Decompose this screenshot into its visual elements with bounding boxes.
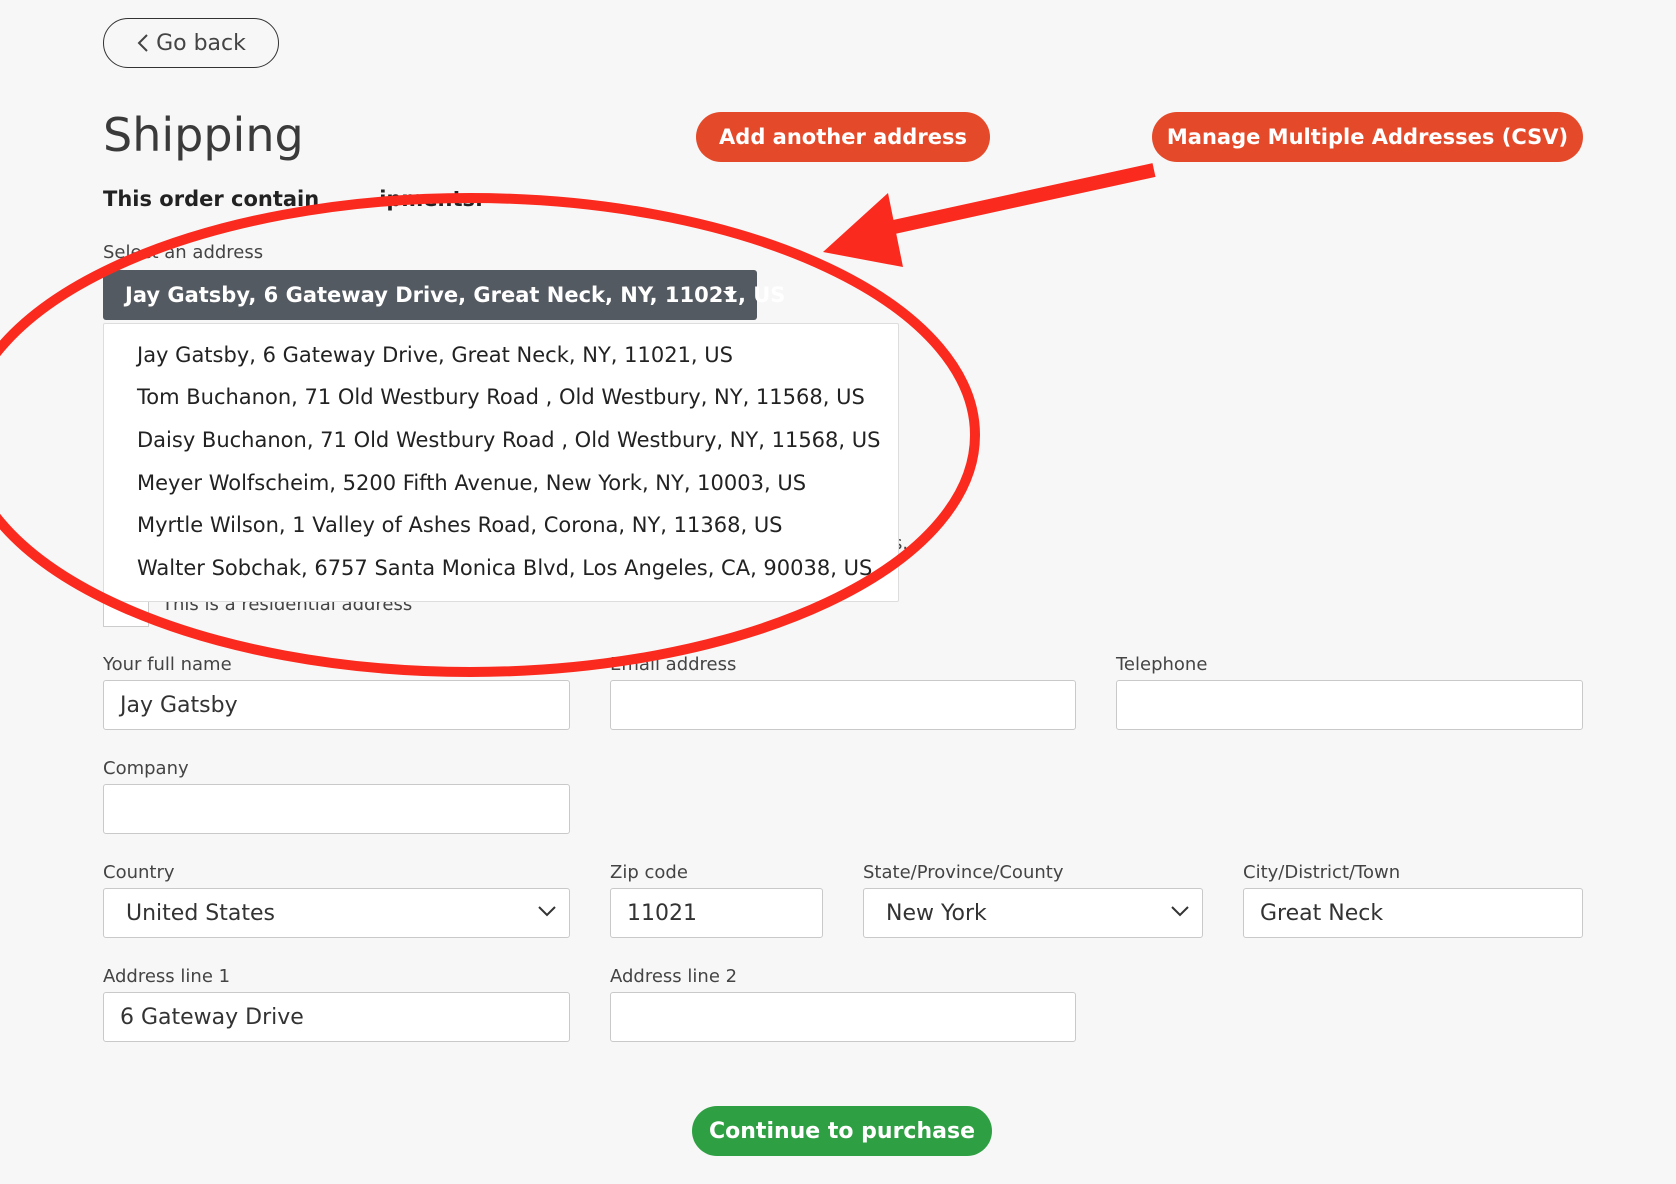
state-select-value: New York — [886, 900, 987, 926]
page-title: Shipping — [103, 108, 304, 162]
telephone-field[interactable] — [1116, 680, 1583, 730]
zip-label: Zip code — [610, 862, 688, 883]
caret-down-icon — [723, 291, 737, 298]
address-option[interactable]: Myrtle Wilson, 1 Valley of Ashes Road, C… — [137, 513, 783, 537]
annotation-arrow-shaft — [878, 163, 1156, 237]
annotation-arrow-head — [823, 193, 903, 267]
country-select-value: United States — [126, 900, 275, 926]
address-line-2-field[interactable] — [610, 992, 1076, 1042]
address-line-1-label: Address line 1 — [103, 966, 231, 987]
order-summary-prefix: This order contain — [103, 187, 320, 211]
chevron-down-icon — [1171, 906, 1189, 917]
address-option[interactable]: Tom Buchanon, 71 Old Westbury Road , Old… — [137, 385, 865, 409]
city-label: City/District/Town — [1243, 862, 1401, 883]
full-name-label: Your full name — [103, 654, 232, 675]
address-option[interactable]: Meyer Wolfscheim, 5200 Fifth Avenue, New… — [137, 471, 806, 495]
select-address-label: Select an address — [103, 242, 264, 263]
address-option[interactable]: Walter Sobchak, 6757 Santa Monica Blvd, … — [137, 556, 872, 580]
add-another-address-button[interactable]: Add another address — [696, 112, 990, 162]
city-field[interactable]: Great Neck — [1243, 888, 1583, 938]
email-label: Email address — [610, 654, 737, 675]
email-field[interactable] — [610, 680, 1076, 730]
full-name-field[interactable]: Jay Gatsby — [103, 680, 570, 730]
manage-multiple-addresses-button[interactable]: Manage Multiple Addresses (CSV) — [1152, 112, 1583, 162]
address-select[interactable]: Jay Gatsby, 6 Gateway Drive, Great Neck,… — [103, 270, 785, 320]
address-line-1-field[interactable]: 6 Gateway Drive — [103, 992, 570, 1042]
chevron-down-icon — [538, 906, 556, 917]
go-back-button[interactable]: Go back — [103, 18, 279, 68]
country-select[interactable]: United States — [103, 888, 570, 938]
address-line-2-label: Address line 2 — [610, 966, 738, 987]
address-select-value: Jay Gatsby, 6 Gateway Drive, Great Neck,… — [125, 283, 786, 307]
company-label: Company — [103, 758, 189, 779]
order-summary-suffix: ipments. — [379, 187, 484, 211]
address-option[interactable]: Jay Gatsby, 6 Gateway Drive, Great Neck,… — [137, 343, 733, 367]
country-label: Country — [103, 862, 175, 883]
go-back-label: Go back — [156, 30, 246, 56]
state-label: State/Province/County — [863, 862, 1064, 883]
address-dropdown-menu: Jay Gatsby, 6 Gateway Drive, Great Neck,… — [103, 323, 899, 602]
zip-field[interactable]: 11021 — [610, 888, 823, 938]
address-option[interactable]: Daisy Buchanon, 71 Old Westbury Road , O… — [137, 428, 880, 452]
state-select[interactable]: New York — [863, 888, 1203, 938]
telephone-label: Telephone — [1116, 654, 1208, 675]
chevron-left-icon — [137, 34, 148, 52]
company-field[interactable] — [103, 784, 570, 834]
order-summary-text: This order contain ipments. — [103, 187, 483, 211]
continue-to-purchase-button[interactable]: Continue to purchase — [692, 1106, 992, 1156]
